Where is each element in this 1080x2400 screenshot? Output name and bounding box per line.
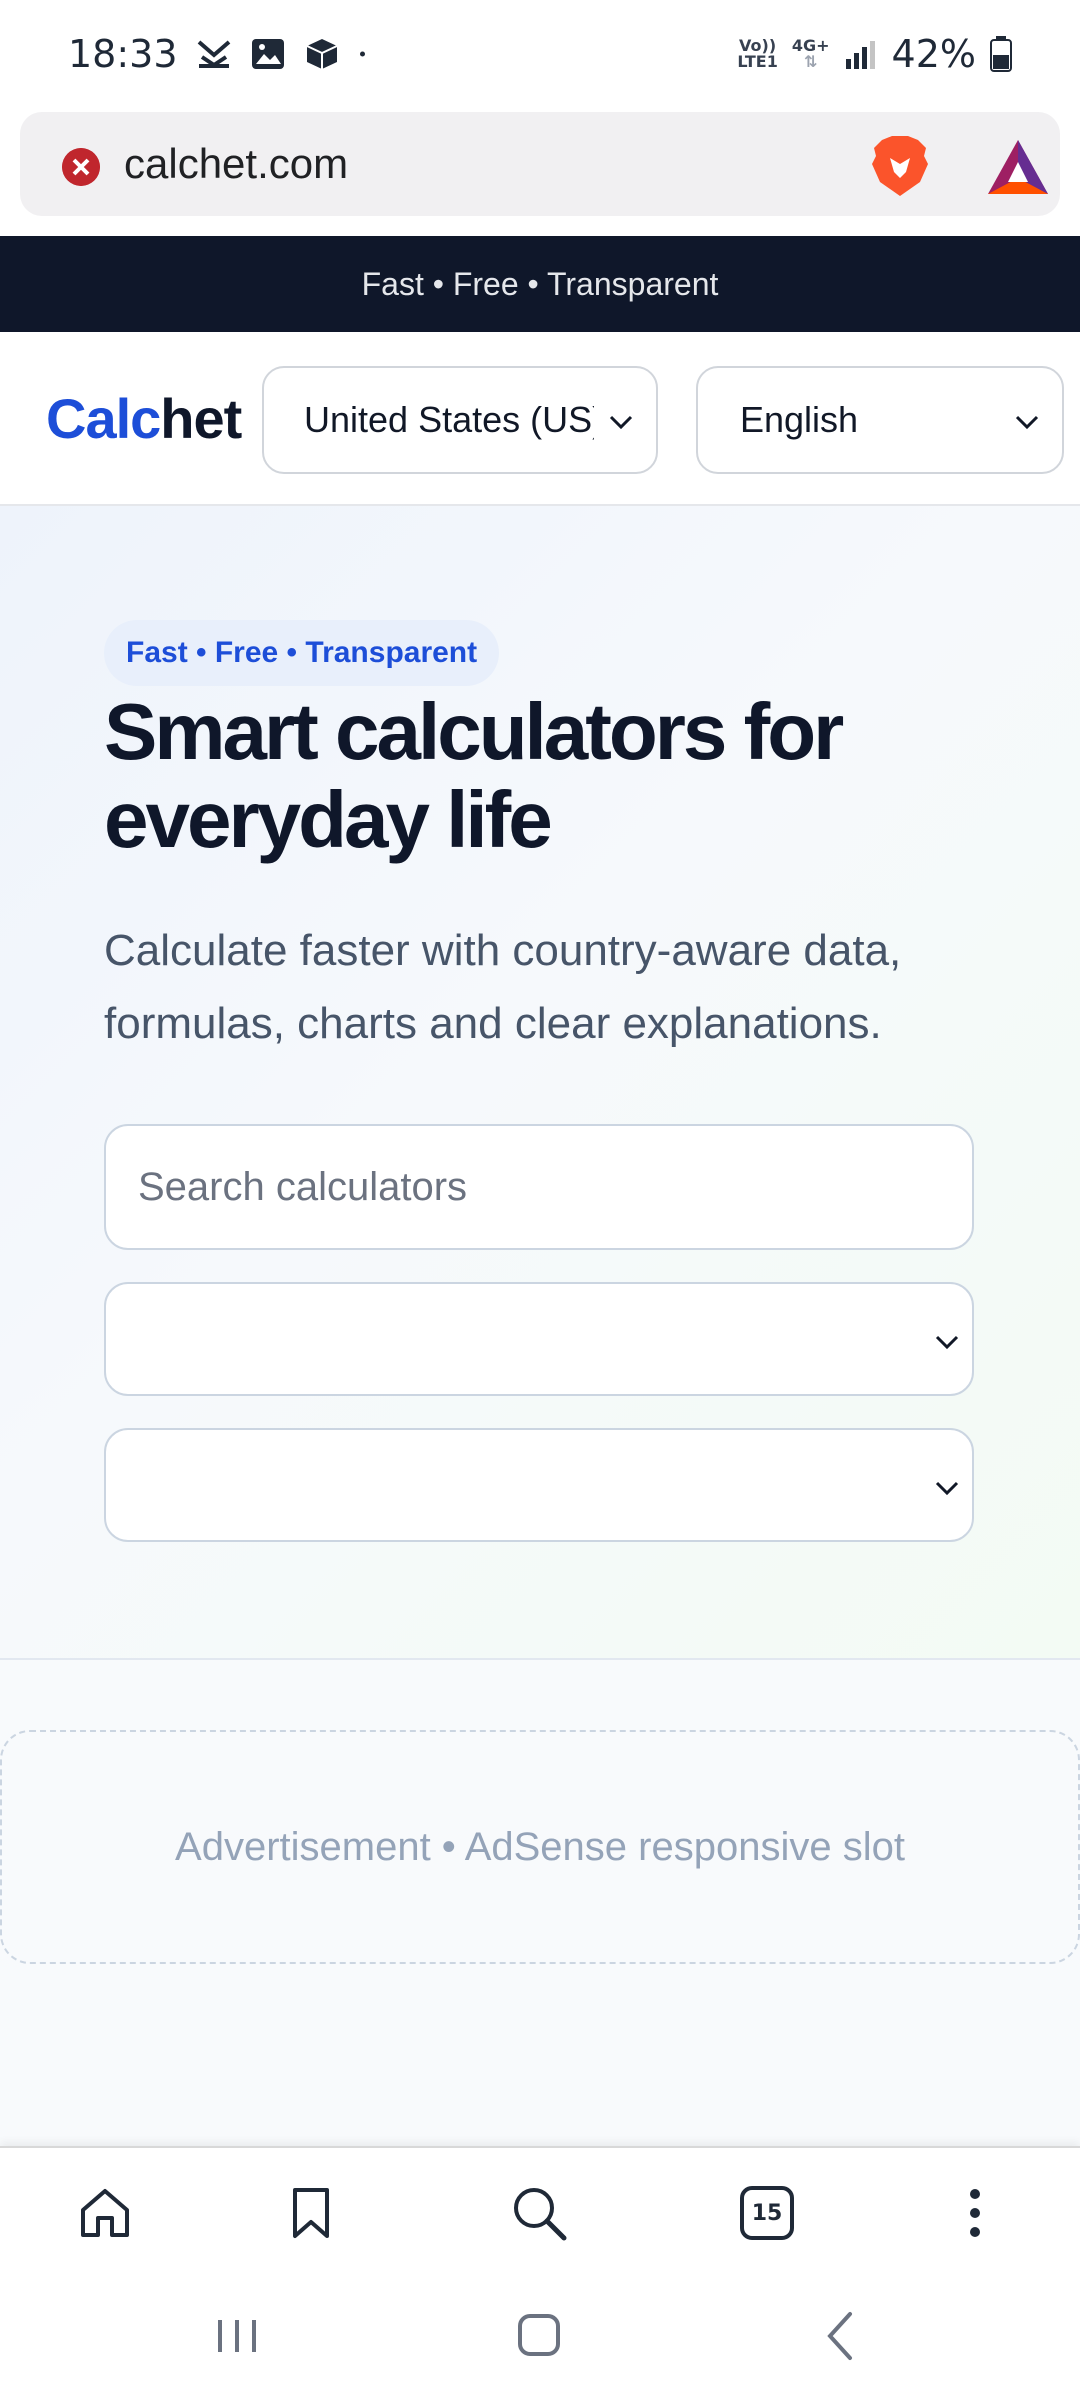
chevron-down-icon [1015,415,1039,430]
ad-slot: Advertisement • AdSense responsive slot [0,1730,1080,1964]
chevron-down-icon [935,1481,959,1496]
gallery-icon [251,39,284,69]
hero-title: Smart calculators for everyday life [104,687,844,864]
more-vertical-icon [970,2189,980,2237]
system-nav-bar [0,2276,1080,2400]
bookmark-icon [293,2188,329,2238]
tabs-icon: 15 [740,2186,794,2240]
home-nav-icon[interactable] [504,2306,574,2366]
signal-icon [845,41,875,69]
back-icon[interactable] [806,2306,876,2366]
search-icon [514,2188,567,2241]
notification-dot-icon [359,51,365,57]
chevron-down-icon [935,1335,959,1350]
banner-text: Fast • Free • Transparent [361,265,719,302]
not-secure-icon[interactable] [62,148,100,186]
status-bar: 18:33 Vo)) LTE1 4G+ ⇅ 42% [0,0,1080,108]
package-icon [306,39,337,69]
brave-shields-icon[interactable] [870,134,930,198]
network-type-indicator: 4G+ ⇅ [791,36,830,71]
missed-call-icon [197,40,230,68]
status-right: Vo)) LTE1 4G+ ⇅ 42% [737,32,1012,76]
chevron-down-icon [609,415,633,430]
language-select[interactable]: English [696,366,1064,474]
data-arrows-icon: ⇅ [803,52,818,71]
battery-percent: 42% [891,32,976,76]
recent-apps-icon[interactable] [202,2306,272,2366]
calculator-select[interactable] [104,1428,974,1542]
search-input[interactable] [104,1124,974,1250]
hero-pill: Fast • Free • Transparent [104,620,500,686]
status-left: 18:33 [68,32,376,76]
url-text[interactable]: calchet.com [124,140,348,188]
menu-button[interactable] [940,2178,1010,2248]
home-button[interactable] [70,2178,140,2248]
country-select[interactable]: United States (US) [262,366,658,474]
category-select[interactable] [104,1282,974,1396]
brave-rewards-icon[interactable] [986,138,1050,196]
site-header: Calchet United States (US) English [0,332,1080,506]
hero-section: Fast • Free • Transparent Smart calculat… [0,506,1080,1660]
ad-text: Advertisement • AdSense responsive slot [175,1824,905,1869]
language-select-value: English [740,399,859,440]
hero-subtitle: Calculate faster with country-aware data… [104,926,902,1048]
search-button[interactable] [504,2178,574,2248]
browser-bottom-nav: 15 [0,2146,1080,2276]
tabs-button[interactable]: 15 [732,2178,802,2248]
home-icon [81,2189,129,2237]
site-logo[interactable]: Calchet [46,386,242,451]
browser-toolbar: calchet.com [0,108,1080,236]
volte-indicator: Vo)) LTE1 [737,36,778,71]
country-select-value: United States (US) [304,399,594,440]
tab-count: 15 [751,2200,783,2226]
battery-icon [990,36,1012,72]
status-time: 18:33 [68,32,178,76]
top-banner: Fast • Free • Transparent [0,236,1080,332]
bookmarks-button[interactable] [276,2178,346,2248]
url-bar[interactable]: calchet.com [20,112,1060,216]
